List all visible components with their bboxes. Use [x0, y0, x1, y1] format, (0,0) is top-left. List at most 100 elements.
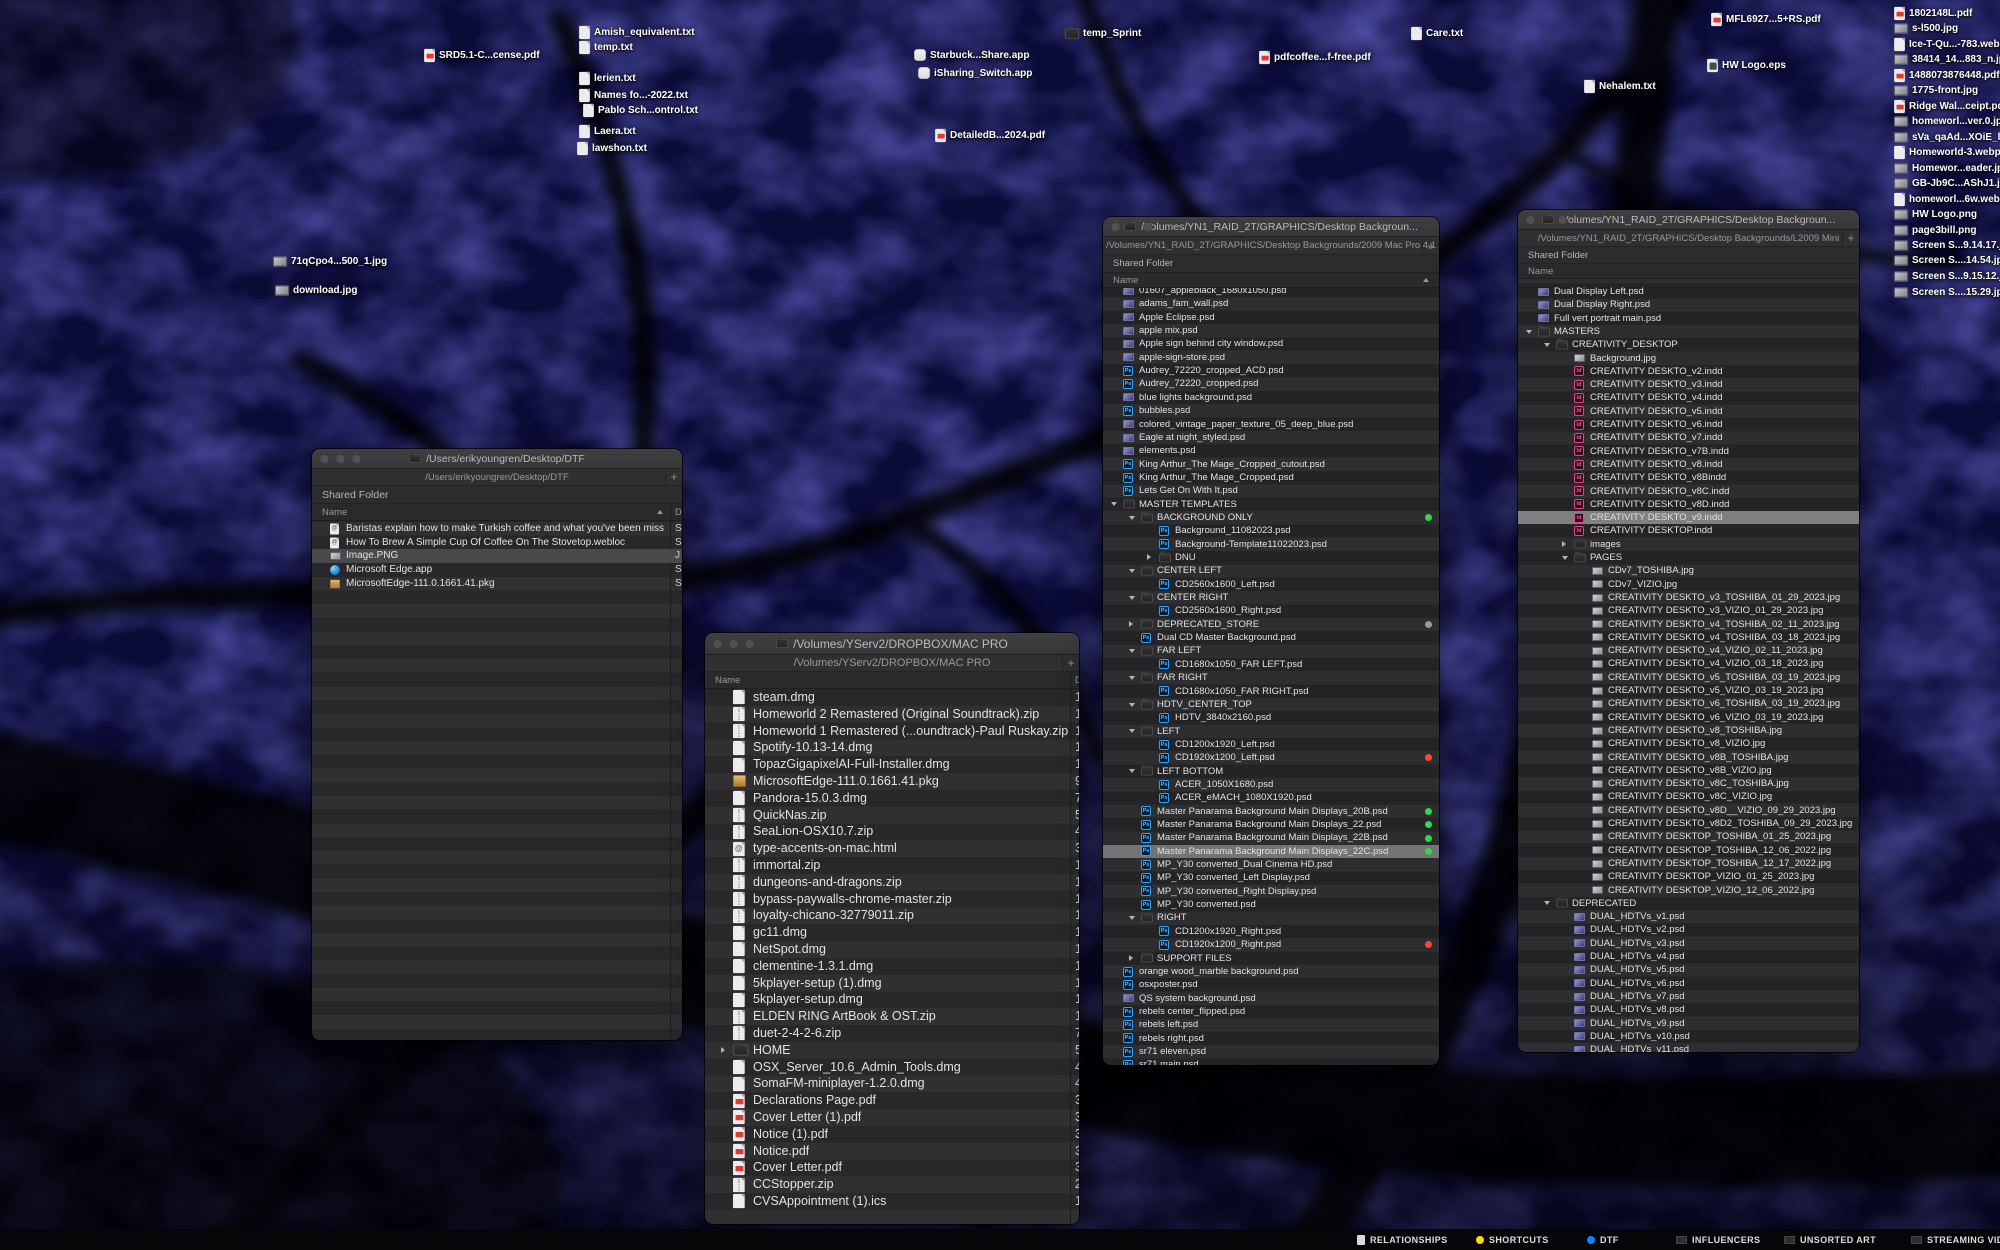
- file-row[interactable]: PsMP_Y30 converted_Left Display.psd: [1103, 871, 1439, 884]
- file-row[interactable]: Full vert portrait main.psd: [1518, 312, 1859, 325]
- file-row[interactable]: CREATIVITY DESKTO_v4_VIZIO_03_18_2023.jp…: [1518, 657, 1859, 670]
- file-row[interactable]: CREATIVITY DESKTO_v8D__VIZIO_09_29_2023.…: [1518, 804, 1859, 817]
- finder-window-dtf[interactable]: /Users/erikyoungren/Desktop/DTF /Users/e…: [312, 449, 682, 1040]
- file-row[interactable]: PsLets Get On With It.psd: [1103, 484, 1439, 497]
- file-row[interactable]: PsCD1200x1920_Right.psd: [1103, 925, 1439, 938]
- file-row[interactable]: loyalty-chicano-32779011.zip1: [705, 907, 1079, 924]
- disclosure-open-icon[interactable]: [1129, 769, 1135, 773]
- disclosure-open-icon[interactable]: [1129, 729, 1135, 733]
- column-header-date[interactable]: D: [1075, 675, 1079, 686]
- file-row[interactable]: IdCREATIVITY DESKTO_v6.indd: [1518, 418, 1859, 431]
- taskbar-item-influencers[interactable]: INFLUENCERS: [1676, 1229, 1760, 1250]
- desktop-icon[interactable]: iSharing_Switch.app: [919, 66, 1032, 80]
- file-row[interactable]: Notice.pdf3: [705, 1143, 1079, 1160]
- file-row[interactable]: IdCREATIVITY DESKTO_v7B.indd: [1518, 445, 1859, 458]
- file-row[interactable]: CREATIVITY DESKTO_v8B_VIZIO.jpg: [1518, 764, 1859, 777]
- add-tab-button[interactable]: +: [1842, 230, 1859, 246]
- file-row[interactable]: DEPRECATED_STORE: [1103, 618, 1439, 631]
- disclosure-open-icon[interactable]: [1129, 703, 1135, 707]
- file-row[interactable]: DUAL_HDTVs_v10.psd: [1518, 1030, 1859, 1043]
- file-row[interactable]: SeaLion-OSX10.7.zip4: [705, 823, 1079, 840]
- finder-window-desktop-backgrounds-macpro[interactable]: /Volumes/YN1_RAID_2T/GRAPHICS/Desktop Ba…: [1103, 217, 1439, 1065]
- desktop-icon[interactable]: GB-Jb9C...AShJ1.jpg: [1895, 176, 2000, 190]
- file-row[interactable]: CREATIVITY DESKTOP_TOSHIBA_12_06_2022.jp…: [1518, 844, 1859, 857]
- file-row[interactable]: CCStopper.zip2: [705, 1176, 1079, 1193]
- file-row[interactable]: PsDual CD Master Background.psd: [1103, 631, 1439, 644]
- file-row[interactable]: gc11.dmg1: [705, 924, 1079, 941]
- file-row[interactable]: IdCREATIVITY DESKTO_v7.indd: [1518, 431, 1859, 444]
- file-row[interactable]: Homeworld 1 Remastered (...oundtrack)-Pa…: [705, 723, 1079, 740]
- file-row[interactable]: PsCD1680x1050_FAR RIGHT.psd: [1103, 685, 1439, 698]
- file-row[interactable]: 5kplayer-setup.dmg1: [705, 991, 1079, 1008]
- file-row[interactable]: dungeons-and-dragons.zip1: [705, 874, 1079, 891]
- file-row[interactable]: clementine-1.3.1.dmg1: [705, 958, 1079, 975]
- file-row[interactable]: QuickNas.zip5: [705, 807, 1079, 824]
- file-row[interactable]: colored_vintage_paper_texture_05_deep_bl…: [1103, 418, 1439, 431]
- file-row-selected[interactable]: IdCREATIVITY DESKTO_v9.indd: [1518, 511, 1859, 524]
- file-row[interactable]: blue lights background.psd: [1103, 391, 1439, 404]
- file-row[interactable]: duet-2-4-2-6.zip7: [705, 1025, 1079, 1042]
- taskbar-item-unsorted-art[interactable]: UNSORTED ART: [1784, 1229, 1876, 1250]
- desktop-icon[interactable]: 1488073876448.pdf: [1895, 68, 2000, 82]
- file-row[interactable]: LEFT BOTTOM: [1103, 765, 1439, 778]
- file-row[interactable]: CREATIVITY DESKTO_v3_VIZIO_01_29_2023.jp…: [1518, 604, 1859, 617]
- desktop-icon[interactable]: download.jpg: [276, 283, 357, 297]
- finder-window-mac-pro[interactable]: /Volumes/YServ2/DROPBOX/MAC PRO /Volumes…: [705, 633, 1079, 1224]
- file-row[interactable]: IdCREATIVITY DESKTO_v8Bindd: [1518, 471, 1859, 484]
- desktop-icon[interactable]: Care.txt: [1412, 26, 1463, 40]
- file-row[interactable]: IdCREATIVITY DESKTO_v5.indd: [1518, 405, 1859, 418]
- desktop-icon[interactable]: Screen S...9.15.12.jpg: [1895, 269, 2000, 283]
- file-row[interactable]: Apple Eclipse.psd: [1103, 311, 1439, 324]
- taskbar-item-relationships[interactable]: RELATIONSHIPS: [1357, 1229, 1448, 1250]
- close-button[interactable]: [320, 454, 329, 463]
- minimize-button[interactable]: [336, 454, 345, 463]
- desktop-icon[interactable]: DetailedB...2024.pdf: [936, 128, 1045, 142]
- desktop-icon[interactable]: temp_Sprint: [1066, 26, 1141, 40]
- disclosure-closed-icon[interactable]: [1562, 541, 1566, 547]
- file-row[interactable]: PsACER_1050X1680.psd: [1103, 778, 1439, 791]
- disclosure-open-icon[interactable]: [1544, 343, 1550, 347]
- file-row[interactable]: Cover Letter (1).pdf3: [705, 1109, 1079, 1126]
- file-row-selected[interactable]: PsMaster Panarama Background Main Displa…: [1103, 845, 1439, 858]
- column-header-name[interactable]: Name: [1518, 264, 1859, 279]
- file-row[interactable]: RIGHT: [1103, 911, 1439, 924]
- disclosure-open-icon[interactable]: [1526, 330, 1532, 334]
- file-row[interactable]: Cover Letter.pdf3: [705, 1159, 1079, 1176]
- file-row[interactable]: CREATIVITY DESKTO_v8C_TOSHIBA.jpg: [1518, 777, 1859, 790]
- desktop-icon[interactable]: Screen S....14.54.jpg: [1895, 253, 2000, 267]
- file-row[interactable]: PsMaster Panarama Background Main Displa…: [1103, 831, 1439, 844]
- file-row[interactable]: PsCD1920x1200_Left.psd: [1103, 751, 1439, 764]
- file-row[interactable]: CREATIVITY DESKTO_v5_TOSHIBA_03_19_2023.…: [1518, 671, 1859, 684]
- file-row[interactable]: CREATIVITY DESKTO_v8D2_TOSHIBA_09_29_202…: [1518, 817, 1859, 830]
- close-button[interactable]: [713, 639, 722, 648]
- file-row[interactable]: DUAL_HDTVs_v11.psd: [1518, 1043, 1859, 1052]
- file-row[interactable]: Apple sign behind city window.psd: [1103, 337, 1439, 350]
- column-header-name[interactable]: NameD: [312, 504, 682, 521]
- disclosure-open-icon[interactable]: [1129, 569, 1135, 573]
- desktop-icon[interactable]: Ice-T-Qu...-783.webp: [1895, 37, 2000, 51]
- desktop-icon[interactable]: Screen S...9.14.17.jpg: [1895, 238, 2000, 252]
- desktop-icon[interactable]: Homewor...eader.jpg: [1895, 161, 2000, 175]
- file-row[interactable]: Dual Display Left.psd: [1518, 285, 1859, 298]
- desktop-icon[interactable]: Nehalem.txt: [1585, 79, 1656, 93]
- desktop-icon[interactable]: pdfcoffee...f-free.pdf: [1260, 50, 1371, 64]
- file-row[interactable]: PsAudrey_72220_cropped.psd: [1103, 377, 1439, 390]
- file-row[interactable]: PsCD2560x1600_Left.psd: [1103, 578, 1439, 591]
- file-row[interactable]: MicrosoftEdge-111.0.1661.41.pkg9: [705, 773, 1079, 790]
- file-row[interactable]: Homeworld 2 Remastered (Original Soundtr…: [705, 706, 1079, 723]
- desktop-icon[interactable]: lawshon.txt: [578, 141, 647, 155]
- zoom-button[interactable]: [352, 454, 361, 463]
- disclosure-open-icon[interactable]: [1129, 649, 1135, 653]
- file-row[interactable]: FAR RIGHT: [1103, 671, 1439, 684]
- desktop-icon[interactable]: s-l500.jpg: [1895, 21, 1958, 35]
- column-header-name[interactable]: NameD: [705, 672, 1079, 689]
- file-row[interactable]: Pssr71 main.psd: [1103, 1058, 1439, 1065]
- disclosure-open-icon[interactable]: [1544, 901, 1550, 905]
- disclosure-open-icon[interactable]: [1129, 676, 1135, 680]
- file-row[interactable]: CREATIVITY DESKTO_v4_TOSHIBA_02_11_2023.…: [1518, 618, 1859, 631]
- file-row[interactable]: DNU: [1103, 551, 1439, 564]
- file-row[interactable]: PsMP_Y30 converted.psd: [1103, 898, 1439, 911]
- desktop-icon[interactable]: Starbuck...Share.app: [915, 48, 1029, 62]
- desktop-icon[interactable]: sVa_qaAd...XOiE_l.jpg: [1895, 130, 2000, 144]
- file-row[interactable]: DUAL_HDTVs_v7.psd: [1518, 990, 1859, 1003]
